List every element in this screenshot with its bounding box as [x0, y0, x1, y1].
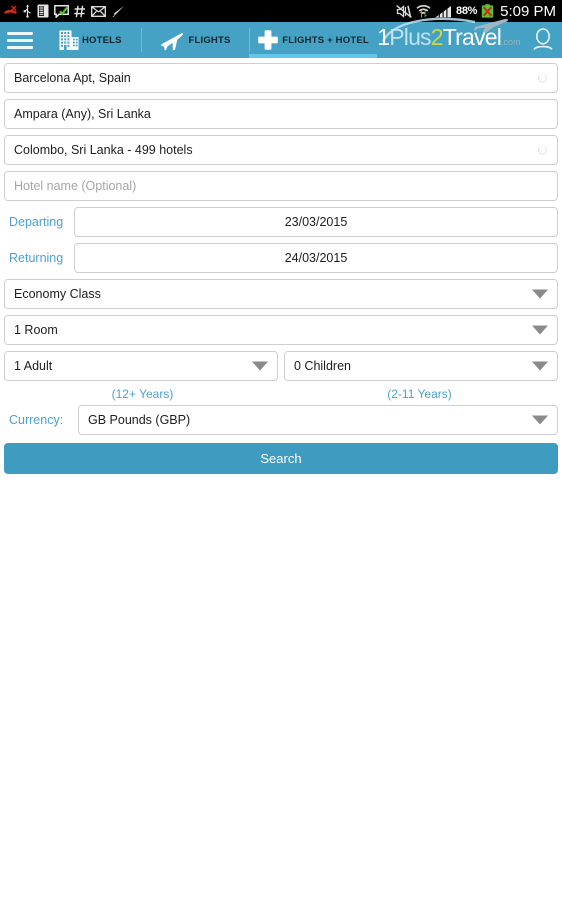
returning-date-field[interactable]: 24/03/2015	[74, 243, 558, 273]
adults-select[interactable]: 1 Adult	[4, 351, 278, 381]
plus-icon	[258, 30, 279, 50]
hotel-destination-value: Colombo, Sri Lanka - 499 hotels	[14, 143, 193, 157]
message-sent-icon	[54, 4, 69, 18]
brand-logo[interactable]: 1Plus2Travel.com	[377, 17, 524, 58]
tab-flights[interactable]: FLIGHTS	[141, 22, 249, 58]
hamburger-bar	[6, 31, 33, 35]
search-button[interactable]: Search	[4, 443, 558, 474]
currency-label: Currency:	[9, 413, 64, 427]
tab-hotels[interactable]: HOTELS	[39, 22, 141, 58]
building-icon	[59, 30, 79, 50]
chevron-down-icon	[532, 415, 548, 425]
loading-spinner-icon	[538, 73, 547, 83]
adults-value: 1 Adult	[14, 359, 53, 373]
tab-flights-hotel-label: FLIGHTS + HOTEL	[282, 34, 369, 46]
chevron-down-icon	[532, 325, 548, 335]
children-age-hint: (2-11 Years)	[387, 387, 452, 401]
logo-part-2: 2	[430, 24, 444, 50]
cabin-class-select[interactable]: Economy Class	[4, 279, 558, 309]
currency-row: Currency: GB Pounds (GBP)	[4, 405, 558, 435]
flying-from-value: Barcelona Apt, Spain	[14, 71, 131, 85]
adults-age-hint: (12+ Years)	[111, 387, 174, 401]
search-button-label: Search	[260, 451, 302, 466]
hamburger-bar	[6, 38, 33, 42]
departing-label: Departing	[9, 215, 64, 229]
flying-to-field[interactable]: Ampara (Any), Sri Lanka	[4, 99, 558, 129]
hotel-name-field[interactable]: Hotel name (Optional)	[4, 171, 558, 201]
tab-flights-hotel[interactable]: FLIGHTS + HOTEL	[248, 22, 378, 58]
account-button[interactable]	[525, 22, 562, 58]
usb-icon	[23, 4, 31, 18]
tab-flights-label: FLIGHTS	[188, 34, 231, 46]
user-avatar-icon	[533, 28, 553, 51]
pencil-icon	[112, 5, 125, 17]
loading-spinner-icon	[538, 145, 547, 155]
currency-select[interactable]: GB Pounds (GBP)	[78, 405, 558, 435]
departing-row: Departing 23/03/2015	[4, 207, 558, 237]
search-form: Barcelona Apt, Spain Ampara (Any), Sri L…	[0, 58, 562, 474]
logo-part-1: 1	[377, 24, 390, 50]
logo-part-plus: Plus	[389, 24, 431, 50]
logo-part-travel: Travel	[442, 24, 502, 50]
chevron-down-icon	[532, 289, 548, 299]
returning-date-value: 24/03/2015	[284, 251, 348, 265]
flying-to-value: Ampara (Any), Sri Lanka	[14, 107, 151, 121]
airplane-icon	[161, 33, 184, 51]
cabin-class-value: Economy Class	[14, 287, 101, 301]
menu-button[interactable]	[0, 22, 39, 58]
children-value: 0 Children	[294, 359, 351, 373]
children-select[interactable]: 0 Children	[284, 351, 558, 381]
app-header: HOTELS FLIGHTS FLIGHTS + HOTEL 1Plus2Tra…	[0, 17, 562, 58]
passenger-age-hints: (12+ Years) (2-11 Years)	[4, 387, 558, 401]
hash-icon	[74, 5, 85, 17]
rooms-value: 1 Room	[14, 323, 58, 337]
missed-call-icon	[4, 4, 17, 14]
passengers-row: 1 Adult 0 Children	[4, 351, 558, 381]
currency-value: GB Pounds (GBP)	[88, 413, 191, 427]
sim-card-icon	[37, 4, 49, 18]
departing-date-field[interactable]: 23/03/2015	[74, 207, 558, 237]
chevron-down-icon	[252, 361, 268, 371]
rooms-select[interactable]: 1 Room	[4, 315, 558, 345]
returning-row: Returning 24/03/2015	[4, 243, 558, 273]
hotel-destination-field[interactable]: Colombo, Sri Lanka - 499 hotels	[4, 135, 558, 165]
email-icon	[91, 5, 106, 17]
hamburger-bar	[6, 45, 33, 49]
hotel-name-placeholder: Hotel name (Optional)	[14, 179, 137, 193]
brand-logo-text: 1Plus2Travel.com	[377, 26, 520, 54]
flying-from-field[interactable]: Barcelona Apt, Spain	[4, 63, 558, 93]
departing-date-value: 23/03/2015	[284, 215, 348, 229]
chevron-down-icon	[532, 361, 548, 371]
status-bar-left-icons	[3, 4, 125, 18]
returning-label: Returning	[9, 251, 64, 265]
tab-hotels-label: HOTELS	[81, 34, 122, 46]
logo-part-com: .com	[501, 37, 521, 47]
